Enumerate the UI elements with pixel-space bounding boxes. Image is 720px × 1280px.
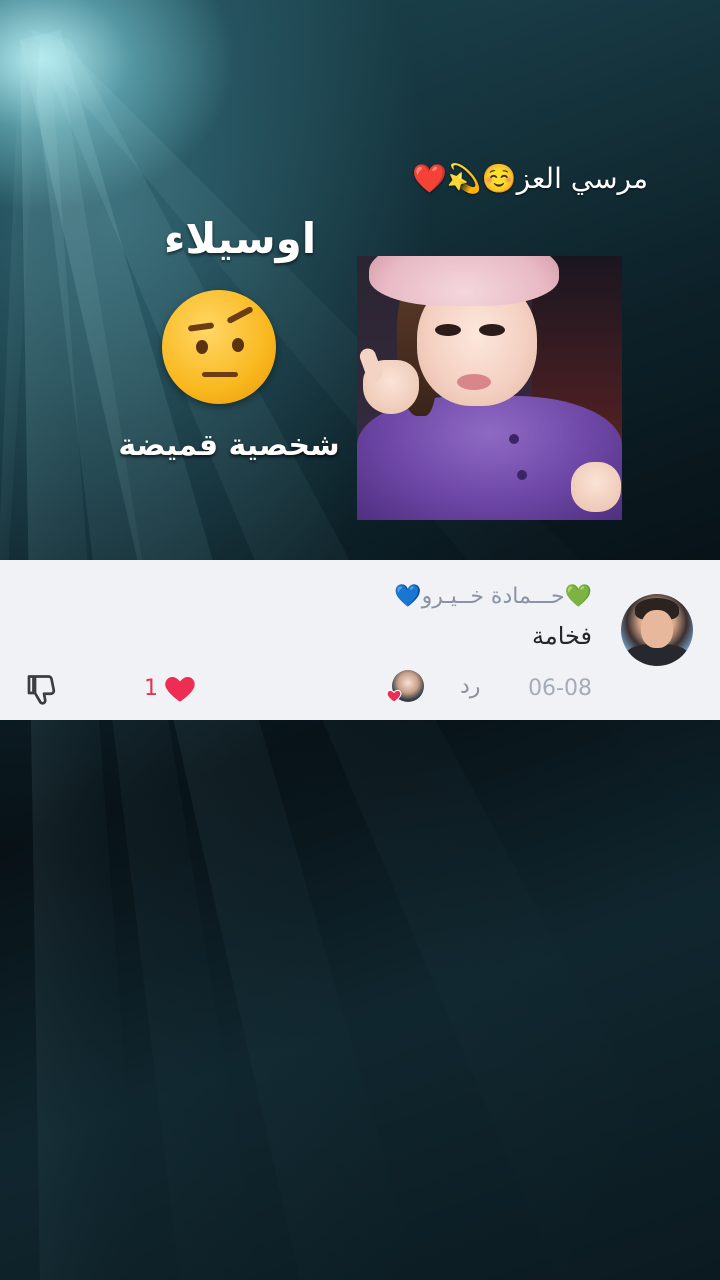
commenter-avatar[interactable] xyxy=(621,594,693,666)
face-with-raised-eyebrow-icon xyxy=(162,290,276,404)
child-photo xyxy=(357,256,622,520)
comment-date: 06-08 xyxy=(528,676,592,701)
commenter-username[interactable]: 💚حـــمادة خــيـرو💙 xyxy=(394,584,592,609)
creator-heart-icon xyxy=(386,689,402,703)
overlay-name: اوسيلاء xyxy=(163,214,317,263)
heart-icon[interactable] xyxy=(162,672,198,706)
creator-liked-badge xyxy=(386,670,424,704)
reply-button[interactable]: رد xyxy=(460,674,480,699)
comment-card[interactable]: 💚حـــمادة خــيـرو💙 فخامة 06-08 رد 1 xyxy=(0,560,720,720)
thumbs-down-icon[interactable] xyxy=(26,672,62,708)
like-count: 1 xyxy=(144,676,158,701)
video-caption: مرسي العز☺️💫❤️ xyxy=(411,162,648,195)
video-player[interactable]: مرسي العز☺️💫❤️ اوسيلاء شخصية قميضة 💚حـــ… xyxy=(0,0,720,1280)
overlay-subtitle: شخصية قميضة xyxy=(118,428,340,463)
comment-text: فخامة xyxy=(532,622,592,650)
